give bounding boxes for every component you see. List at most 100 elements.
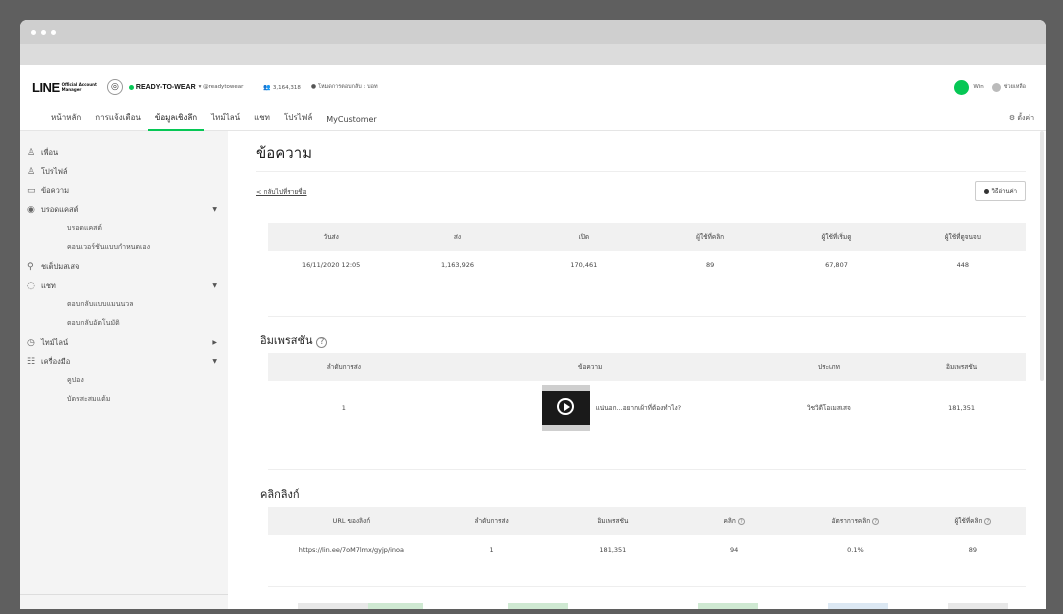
sidebar: ♙ เพื่อน ♙ โปรไฟล์ ▭ ข้อความ ◉ บรอดแคสต์ ▼ บร… <box>20 131 228 609</box>
message-text: แน่นอก...อยากเผ้าที่ต้องทำไง? <box>595 404 682 412</box>
cell-click-rate: 0.1% <box>847 546 864 554</box>
help-circle-icon[interactable]: ? <box>737 517 745 525</box>
help-link[interactable]: ช่วยเหลือ <box>1004 83 1026 91</box>
sidebar-subitem-auto-reply[interactable]: ตอบกลับอัตโนมัติ <box>20 314 228 333</box>
col-clicks: คลิก? <box>677 507 791 535</box>
cell-impression: 181,351 <box>599 546 627 554</box>
help-icon[interactable] <box>991 82 1001 92</box>
chevron-down-icon: ▼ <box>212 206 217 213</box>
col-sent: ส่ง <box>394 223 521 251</box>
col-impression: อิมเพรสชัน <box>548 507 678 535</box>
friends-count-icon: 👥 <box>263 83 271 91</box>
col-opened: เปิด <box>520 223 647 251</box>
impression-table: ลำดับการส่ง ข้อความ ประเภท อิมเพรสชัน 1 … <box>268 353 1026 435</box>
window-close-dot[interactable] <box>31 29 36 35</box>
timeline-icon: ◷ <box>27 337 35 348</box>
col-message: ข้อความ <box>419 353 761 381</box>
chat-mode-icon: ● <box>310 83 317 90</box>
col-users-clicked: ผู้ใช้ที่คลิก <box>646 223 774 251</box>
chevron-down-icon: ▼ <box>212 282 217 289</box>
tools-icon: ☷ <box>27 356 36 367</box>
message-icon: ▭ <box>27 185 36 196</box>
table-header-row: ลำดับการส่ง ข้อความ ประเภท อิมเพรสชัน <box>268 353 1026 381</box>
cell-message[interactable]: แน่นอก...อยากเผ้าที่ต้องทำไง? <box>420 381 761 435</box>
cell-impression: 181,351 <box>948 404 975 412</box>
help-circle-icon[interactable]: ? <box>316 337 328 348</box>
account-avatar-icon[interactable]: ◎ <box>106 79 123 95</box>
profile-icon: ♙ <box>27 166 36 177</box>
chat-icon: ◌ <box>27 280 35 291</box>
table-header-row: วันส่ง ส่ง เปิด ผู้ใช้ที่คลิก ผู้ใช้ที่เ… <box>268 223 1026 251</box>
window-maximize-dot[interactable] <box>51 29 56 35</box>
sidebar-subitem-reward-card[interactable]: บัตรสะสมแต้ม <box>20 390 228 409</box>
cell-sent: 1,163,926 <box>440 261 475 269</box>
chat-mode-stat[interactable]: ● โหมดการตอบกลับ : บอท <box>311 83 378 91</box>
friends-stat[interactable]: 👥 3,164,318 <box>263 84 300 91</box>
tab-timeline[interactable]: ไทม์ไลน์ <box>204 111 247 130</box>
col-send-order: ลำดับการส่ง <box>434 507 549 535</box>
sidebar-item-profile[interactable]: ♙ โปรไฟล์ <box>20 162 228 181</box>
help-circle-icon[interactable]: ? <box>984 517 992 525</box>
main-content: ข้อความ < กลับไปที่รายชื่อ วิธีอ่านค่า ว… <box>256 131 1026 609</box>
sidebar-subitem-coupon[interactable]: คูปอง <box>20 371 228 390</box>
tab-notifications[interactable]: การแจ้งเตือน <box>88 111 148 130</box>
video-thumbnail[interactable] <box>541 385 590 431</box>
settings-link[interactable]: ⚙ ตั้งค่า <box>1009 113 1034 124</box>
tab-insights[interactable]: ข้อมูลเชิงลึก <box>147 111 205 131</box>
how-to-read-label: วิธีอ่านค่า <box>991 188 1018 195</box>
browser-address-bar[interactable] <box>20 44 1046 65</box>
user-name[interactable]: Win <box>973 84 983 90</box>
chevron-right-icon: ▶ <box>212 339 217 346</box>
main-nav: หน้าหลัก การแจ้งเตือน ข้อมูลเชิงลึก ไทม์… <box>20 109 1046 131</box>
sidebar-subitem-manual-reply[interactable]: ตอบกลับแบบแมนนวล <box>20 295 228 314</box>
col-click-rate-label: อัตราการคลิก <box>831 517 871 525</box>
col-users-started-view: ผู้ใช้ที่เริ่มดู <box>773 223 900 251</box>
preview-chip <box>298 603 368 609</box>
page-scrollbar[interactable] <box>1040 131 1044 381</box>
browser-title-bar <box>20 20 1046 44</box>
col-type: ประเภท <box>760 353 898 381</box>
sidebar-item-broadcast[interactable]: ◉ บรอดแคสต์ ▼ <box>20 200 228 219</box>
user-avatar[interactable] <box>954 79 970 95</box>
step-icon: ⚲ <box>27 261 34 272</box>
tab-mycustomer[interactable]: MyCustomer <box>319 115 384 130</box>
back-to-list-link[interactable]: < กลับไปที่รายชื่อ <box>256 187 307 197</box>
preview-chip <box>368 603 423 609</box>
impression-title-text: อิมเพรสชัน <box>260 334 313 347</box>
friends-icon: ♙ <box>27 147 36 158</box>
cell-type: วิชวิดีโอเมสเสจ <box>807 404 851 412</box>
sidebar-item-chat[interactable]: ◌ แชท ▼ <box>20 276 228 295</box>
tab-chat[interactable]: แชท <box>247 111 277 130</box>
sidebar-item-label: ชเต็ปมสเสจ <box>41 261 80 271</box>
col-send-order: ลำดับการส่ง <box>268 353 420 381</box>
cell-send-date: 16/11/2020 12:05 <box>302 261 361 269</box>
table-row: https://lin.ee/7oM7lmx/gyjp/inoa 1 181,3… <box>268 535 1026 565</box>
cell-send-order: 1 <box>489 546 494 554</box>
col-clicks-label: คลิก <box>723 517 736 525</box>
sidebar-item-message[interactable]: ▭ ข้อความ <box>20 181 228 200</box>
col-users-completed-view: ผู้ใช้ที่ดูจนจบ <box>899 223 1026 251</box>
lightbulb-icon <box>983 188 989 194</box>
cell-users-completed-view: 448 <box>956 261 970 269</box>
window-minimize-dot[interactable] <box>41 29 46 35</box>
sidebar-item-tools[interactable]: ☷ เครื่องมือ ▼ <box>20 352 228 371</box>
cell-link-url[interactable]: https://lin.ee/7oM7lmx/gyjp/inoa <box>268 535 435 565</box>
how-to-read-button[interactable]: วิธีอ่านค่า <box>974 181 1026 201</box>
line-logo[interactable]: LINE <box>32 80 60 95</box>
account-name[interactable]: READY-TO-WEAR <box>136 84 196 91</box>
sidebar-item-friends[interactable]: ♙ เพื่อน <box>20 143 228 162</box>
sidebar-subitem-custom-conversion[interactable]: คอนเวอร์ชันแบบกำหนดเอง <box>20 238 228 257</box>
account-switcher[interactable]: ▾ @readytowear <box>199 84 244 90</box>
chat-mode-text: โหมดการตอบกลับ : บอท <box>318 84 378 90</box>
sidebar-item-label: แชท <box>41 280 56 290</box>
sidebar-subitem-broadcast[interactable]: บรอดแคสต์ <box>20 219 228 238</box>
help-circle-icon[interactable]: ? <box>872 517 880 525</box>
col-click-rate: อัตราการคลิก? <box>790 507 920 535</box>
tab-home[interactable]: หน้าหลัก <box>44 111 88 130</box>
sidebar-item-timeline[interactable]: ◷ ไทม์ไลน์ ▶ <box>20 333 228 352</box>
sidebar-item-label: เพื่อน <box>41 147 59 157</box>
section-divider <box>268 469 1026 470</box>
broadcast-icon: ◉ <box>27 204 35 215</box>
tab-profile[interactable]: โปรไฟล์ <box>277 111 319 130</box>
sidebar-item-step-message[interactable]: ⚲ ชเต็ปมสเสจ <box>20 257 228 276</box>
